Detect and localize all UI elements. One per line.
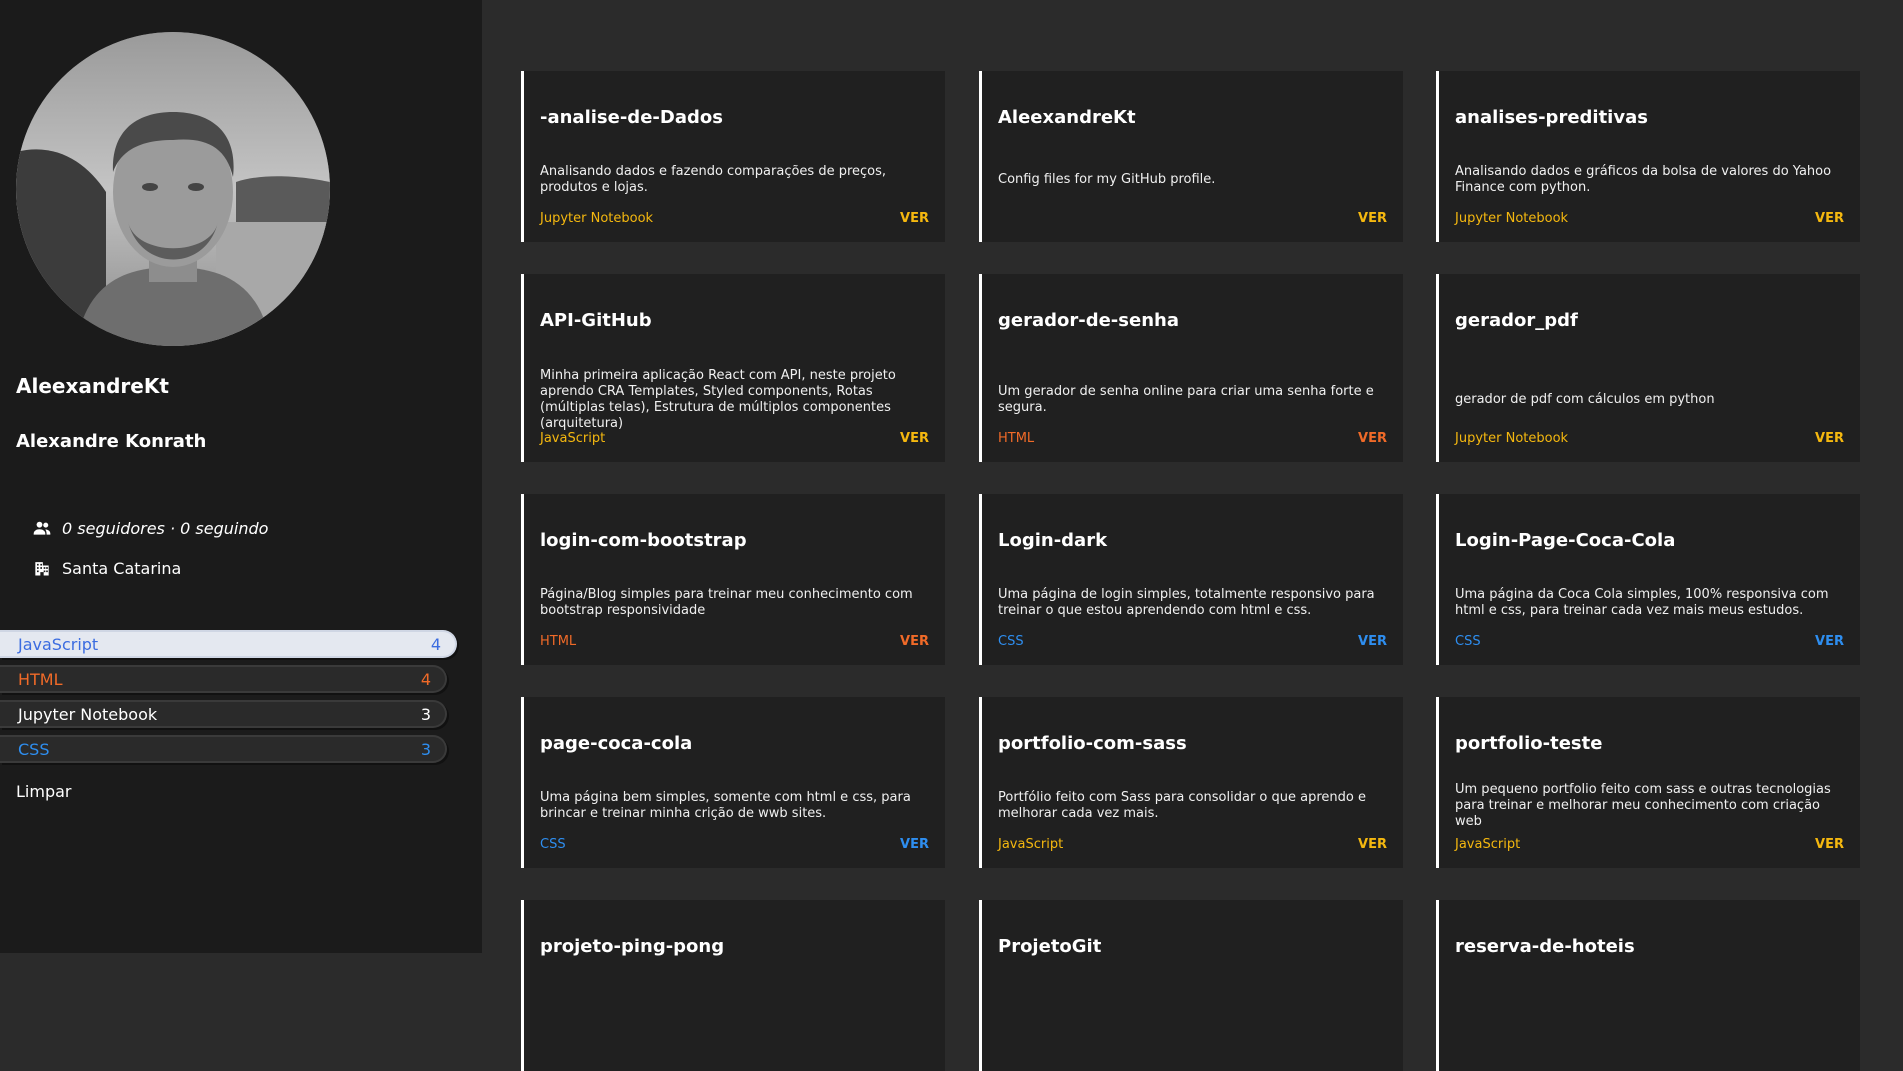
repo-card: portfolio-teste Um pequeno portfolio feit… — [1436, 697, 1860, 868]
repo-language: CSS — [998, 634, 1024, 649]
repo-description: Uma página bem simples, somente com html… — [540, 790, 911, 821]
repo-card: projeto-ping-pong — [521, 900, 945, 1071]
repo-description: gerador de pdf com cálculos em python — [1455, 392, 1715, 407]
repo-name: gerador-de-senha — [998, 310, 1179, 331]
followers-row: 0 seguidores · 0 seguindo — [32, 516, 268, 540]
repo-view-button[interactable]: VER — [900, 211, 929, 226]
repo-description: Minha primeira aplicação React com API, … — [540, 368, 896, 431]
building-icon — [35, 562, 49, 576]
repo-card: gerador-de-senha Um gerador de senha onli… — [979, 274, 1403, 462]
repo-description: Um gerador de senha online para criar um… — [998, 384, 1374, 415]
repo-name: login-com-bootstrap — [540, 530, 747, 551]
repo-description: Portfólio feito com Sass para consolidar… — [998, 790, 1366, 821]
repo-language: JavaScript — [540, 431, 606, 446]
repo-name: AleexandreKt — [998, 107, 1136, 128]
repo-name: portfolio-teste — [1455, 733, 1603, 754]
repo-card: gerador_pdfgerador de pdf com cálculos e… — [1436, 274, 1860, 462]
repo-view-button[interactable]: VER — [1358, 837, 1387, 852]
repo-description: Analisando dados e fazendo comparações d… — [540, 164, 887, 195]
language-filter-count: 4 — [420, 669, 431, 689]
repo-card: Login-Page-Coca-Cola Uma página da Coca C… — [1436, 494, 1860, 665]
language-filter-label: JavaScript — [18, 634, 99, 654]
language-filter-count: 3 — [420, 704, 431, 724]
repo-language: Jupyter Notebook — [540, 211, 654, 226]
repo-card: ProjetoGit — [979, 900, 1403, 1071]
repo-card: portfolio-com-sass Portfólio feito com Sa… — [979, 697, 1403, 868]
repo-card: API-GitHub Minha primeira aplicação React… — [521, 274, 945, 462]
language-filter-count: 4 — [430, 634, 441, 654]
repo-view-button[interactable]: VER — [1815, 431, 1844, 446]
clear-filter-button[interactable]: Limpar — [16, 782, 71, 801]
location-text: Santa Catarina — [62, 558, 182, 578]
repo-language: HTML — [540, 634, 577, 649]
repo-card: AleexandreKt Config files for my GitHub p… — [979, 71, 1403, 242]
repo-name: page-coca-cola — [540, 733, 693, 754]
repo-name: ProjetoGit — [998, 936, 1102, 957]
repo-description: Config files for my GitHub profile. — [998, 172, 1216, 187]
repo-card: analises-preditivas Analisando dados e gr… — [1436, 71, 1860, 242]
profile-username: AleexandreKt — [16, 374, 169, 398]
repo-view-button[interactable]: VER — [900, 837, 929, 852]
language-filter-html[interactable]: HTML 4 — [0, 665, 447, 693]
repo-card: -analise-de-Dados Analisando dados e faze… — [521, 71, 945, 242]
repo-view-button[interactable]: VER — [1358, 634, 1387, 649]
language-filter-label: CSS — [18, 739, 50, 759]
repo-name: gerador_pdf — [1455, 310, 1578, 331]
repo-name: portfolio-com-sass — [998, 733, 1187, 754]
repo-view-button[interactable]: VER — [900, 431, 929, 446]
language-filter-label: HTML — [18, 669, 63, 689]
repo-card: login-com-bootstrap Página/Blog simples p… — [521, 494, 945, 665]
repo-name: analises-preditivas — [1455, 107, 1648, 128]
profile-fullname: Alexandre Konrath — [16, 431, 207, 452]
repo-card: Login-dark Uma página de login simples, t… — [979, 494, 1403, 665]
repo-name: API-GitHub — [540, 310, 652, 331]
location-row: Santa Catarina — [32, 556, 181, 580]
repo-language: CSS — [540, 837, 566, 852]
repo-view-button[interactable]: VER — [1815, 634, 1844, 649]
language-filter-count: 3 — [420, 739, 431, 759]
language-filter-label: Jupyter Notebook — [18, 704, 158, 724]
repo-language: JavaScript — [1455, 837, 1521, 852]
repo-language: HTML — [998, 431, 1035, 446]
avatar — [16, 32, 330, 346]
avatar-photo — [16, 32, 330, 346]
repo-description: Uma página da Coca Cola simples, 100% re… — [1455, 587, 1829, 618]
language-filter-javascript[interactable]: JavaScript 4 — [0, 630, 457, 658]
repo-name: Login-dark — [998, 530, 1108, 551]
repo-view-button[interactable]: VER — [1358, 431, 1387, 446]
repo-description: Analisando dados e gráficos da bolsa de … — [1455, 164, 1832, 195]
profile-sidebar: AleexandreKt Alexandre Konrath 0 seguido… — [0, 0, 482, 953]
language-filter-jupyter-notebook[interactable]: Jupyter Notebook 3 — [0, 700, 447, 728]
repo-name: projeto-ping-pong — [540, 936, 725, 957]
repo-name: Login-Page-Coca-Cola — [1455, 530, 1676, 551]
repo-name: reserva-de-hoteis — [1455, 936, 1635, 957]
repo-description: Um pequeno portfolio feito com sass e ou… — [1455, 782, 1831, 829]
people-icon — [33, 521, 51, 535]
repo-description: Página/Blog simples para treinar meu con… — [540, 587, 913, 618]
repo-card: reserva-de-hoteis — [1436, 900, 1860, 1071]
followers-text: 0 seguidores · 0 seguindo — [62, 518, 269, 538]
repo-language: CSS — [1455, 634, 1481, 649]
repo-language: Jupyter Notebook — [1455, 431, 1569, 446]
repo-view-button[interactable]: VER — [1815, 837, 1844, 852]
repo-description: Uma página de login simples, totalmente … — [998, 587, 1375, 618]
language-filter-css[interactable]: CSS 3 — [0, 735, 447, 763]
repo-view-button[interactable]: VER — [1358, 211, 1387, 226]
repo-view-button[interactable]: VER — [900, 634, 929, 649]
repo-language: Jupyter Notebook — [1455, 211, 1569, 226]
repo-card: page-coca-cola Uma página bem simples, so… — [521, 697, 945, 868]
repo-view-button[interactable]: VER — [1815, 211, 1844, 226]
repo-language: JavaScript — [998, 837, 1064, 852]
repo-name: -analise-de-Dados — [540, 107, 723, 128]
